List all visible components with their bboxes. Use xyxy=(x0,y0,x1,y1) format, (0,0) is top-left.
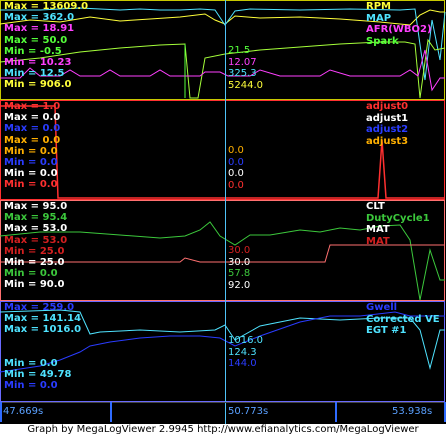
stat-label: Min = 0.0 xyxy=(4,168,58,180)
stat-label: Max = 1.0 xyxy=(4,101,61,112)
channel-name: AFR(WBO2) xyxy=(366,24,432,35)
stat-label: Max = 1016.0 xyxy=(4,324,82,336)
channel-name: MAT xyxy=(366,235,390,247)
time-tick xyxy=(335,402,337,422)
channel-name: MAT xyxy=(366,224,390,235)
stat-label: Max = 53.0 xyxy=(4,223,68,235)
stat-label: Max = 0.0 xyxy=(4,123,61,135)
channel-name: RPM xyxy=(366,1,391,12)
stat-label: Min = 12.5 xyxy=(4,68,65,80)
stat-label: Max = 50.0 xyxy=(4,34,68,46)
time-label-cursor: 50.773s xyxy=(228,406,269,417)
channel-name: adjust3 xyxy=(366,135,409,147)
stat-label: Max = 95.4 xyxy=(4,212,68,224)
channel-name: adjust0 xyxy=(366,101,409,112)
channel-name: adjust2 xyxy=(366,124,409,135)
stat-label: Min = 0.0 xyxy=(4,358,58,369)
stat-label: Min = 90.0 xyxy=(4,279,65,291)
stat-label: Max = 53.0 xyxy=(4,234,68,246)
stat-label: Min = 906.0 xyxy=(4,79,72,91)
cursor-value: 57.8 xyxy=(228,268,251,279)
cursor-value: 30.0 xyxy=(228,245,251,256)
cursor-value: 0.0 xyxy=(228,168,244,179)
channel-name: Corrected VE xyxy=(366,313,440,325)
stat-label: Max = 259.0 xyxy=(4,302,75,313)
stat-label: Min = 25.0 xyxy=(4,245,65,257)
cursor-value: 124.3 xyxy=(228,346,257,358)
stat-label: Max = 0.0 xyxy=(4,112,61,124)
log-viewer-canvas[interactable]: { "panels": [ { "border": "#c8c800", "le… xyxy=(0,0,446,436)
stat-label: Min = 0.0 xyxy=(4,268,58,280)
stat-label: Min = 0.0 xyxy=(4,145,58,157)
cursor-value: 0.0 xyxy=(228,156,244,168)
time-cursor[interactable] xyxy=(225,0,226,424)
time-label-end: 53.938s xyxy=(392,406,433,417)
channel-name: Spark xyxy=(366,35,399,47)
channel-name: DutyCycle1 xyxy=(366,212,430,224)
stat-label: Min = 49.78 xyxy=(4,369,72,381)
time-axis xyxy=(0,402,446,425)
stat-label: Min = 10.23 xyxy=(4,57,72,68)
time-tick xyxy=(0,402,2,422)
cursor-value: 0.0 xyxy=(228,179,244,191)
channel-name: Gwell xyxy=(366,302,398,313)
cursor-value: 5244.0 xyxy=(228,79,263,91)
time-tick xyxy=(110,402,112,422)
stat-label: Max = 0.0 xyxy=(4,134,61,146)
stat-label: Min = 0.0 xyxy=(4,157,58,168)
stat-label: Min = 25.0 xyxy=(4,257,65,268)
cursor-value: 0.0 xyxy=(228,145,244,156)
stat-label: Max = 95.0 xyxy=(4,201,68,212)
cursor-value: 325.3 xyxy=(228,68,257,79)
cursor-value: 1016.0 xyxy=(228,335,263,346)
cursor-value: 30.0 xyxy=(228,256,251,268)
stat-label: Max = 13609.0 xyxy=(4,1,89,12)
channel-name: MAP xyxy=(366,12,392,24)
stat-label: Max = 18.91 xyxy=(4,23,75,35)
stat-label: Max = 141.14 xyxy=(4,313,82,325)
stat-label: Min = 0.0 xyxy=(4,380,58,392)
time-label-start: 47.669s xyxy=(3,406,44,417)
cursor-value: 144.0 xyxy=(228,358,257,369)
trace-clt xyxy=(0,244,445,263)
channel-name: adjust1 xyxy=(366,112,409,124)
channel-name: CLT xyxy=(366,201,385,212)
cursor-value: 21.5 xyxy=(228,45,251,56)
channel-name: EGT #1 xyxy=(366,325,407,336)
stat-label: Min = -0.5 xyxy=(4,45,62,57)
stat-label: Min = 0.0 xyxy=(4,179,58,191)
footer-credit: Graph by MegaLogViewer 2.9945 http://www… xyxy=(0,424,446,436)
cursor-value: 12.07 xyxy=(228,56,257,68)
stat-label: Max = 362.0 xyxy=(4,12,75,24)
cursor-value: 92.0 xyxy=(228,279,251,291)
